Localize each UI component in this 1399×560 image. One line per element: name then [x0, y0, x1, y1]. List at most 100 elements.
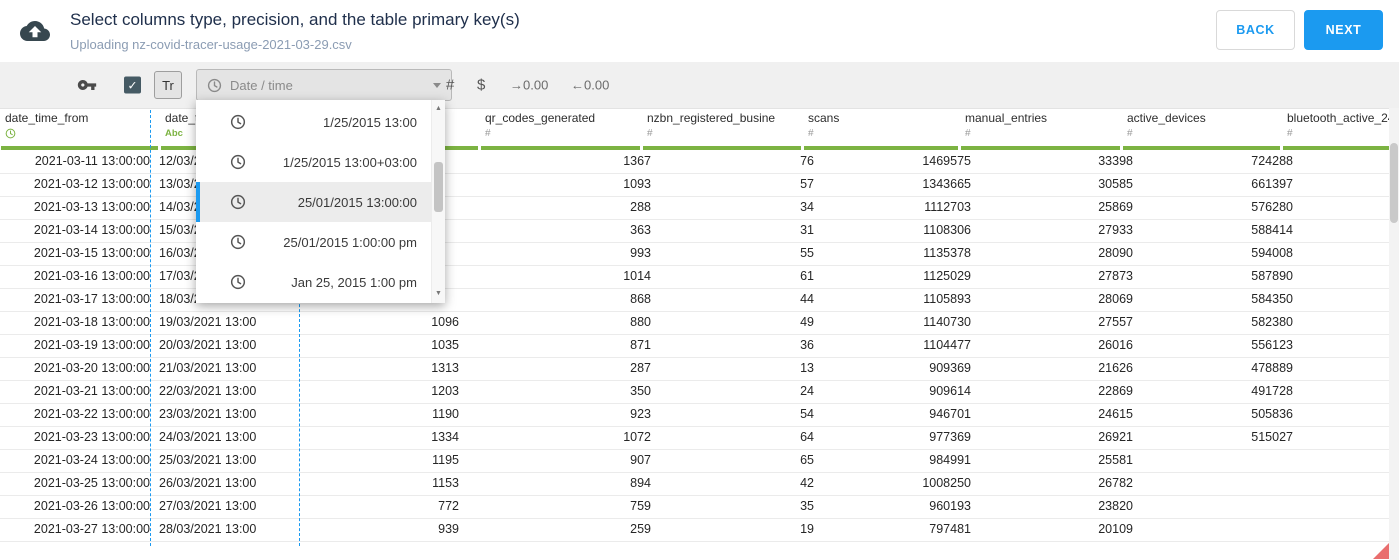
- table-cell: 1008250: [922, 476, 971, 490]
- type-select[interactable]: Date / time: [196, 69, 452, 101]
- table-cell: 1224961: [1303, 335, 1399, 357]
- next-button[interactable]: NEXT: [1304, 10, 1383, 50]
- back-button[interactable]: BACK: [1216, 10, 1295, 50]
- table-cell: 1213891: [1303, 381, 1399, 403]
- table-cell: 1231104: [1303, 519, 1399, 541]
- table-cell: 1171854: [1303, 450, 1399, 472]
- table-cell: 23/03/2021 13:00: [159, 407, 257, 421]
- table-cell: 1210573: [1303, 496, 1399, 518]
- table-cell: 1140730: [923, 315, 971, 329]
- table-cell: 894: [630, 476, 651, 490]
- column-quality-bar: [961, 146, 1120, 150]
- date-format-option[interactable]: 25/01/2015 13:00:00: [196, 182, 432, 222]
- table-cell: 19/03/2021 13:00: [159, 315, 257, 329]
- date-format-dropdown-panel: 1/25/2015 13:00 1/25/2015 13:00+03:00 25/0…: [196, 100, 445, 303]
- table-cell: [1143, 473, 1303, 495]
- table-cell: 57: [800, 177, 814, 191]
- number-type-button[interactable]: #: [446, 77, 454, 94]
- column-header-nzbn_registered_busine[interactable]: nzbn_registered_busine #: [642, 108, 803, 151]
- table-cell: 2021-03-16 13:00:00: [33, 269, 150, 283]
- table-cell: 2021-03-11 13:00:00: [34, 154, 150, 168]
- date-format-option[interactable]: 1/25/2015 13:00+03:00: [196, 142, 432, 182]
- table-cell: 582380: [1251, 315, 1293, 329]
- table-cell: 960193: [929, 499, 971, 513]
- decrease-precision-button[interactable]: ←0.00: [571, 78, 609, 93]
- table-cell: 868: [630, 292, 651, 306]
- table-cell: 24: [800, 384, 814, 398]
- column-header-qr_codes_generated[interactable]: qr_codes_generated #: [480, 108, 642, 151]
- table-cell: 24615: [1098, 407, 1133, 421]
- clock-icon: [230, 274, 246, 290]
- table-cell: 27933: [1098, 223, 1133, 237]
- table-cell: 49: [800, 315, 814, 329]
- number-type-indicator: #: [647, 128, 653, 139]
- column-name: nzbn_registered_busine: [647, 111, 776, 125]
- table-cell: 1112703: [924, 200, 971, 214]
- table-cell: 584350: [1251, 292, 1293, 306]
- table-cell: 1190: [432, 407, 459, 421]
- clock-icon: [207, 78, 222, 93]
- column-header-active_devices[interactable]: active_devices #: [1122, 108, 1282, 151]
- text-type-button[interactable]: Tr: [154, 71, 182, 99]
- table-cell: 26016: [1098, 338, 1133, 352]
- date-format-option[interactable]: 1/25/2015 13:00: [196, 102, 432, 142]
- column-header-manual_entries[interactable]: manual_entries #: [960, 108, 1122, 151]
- column-checkbox[interactable]: ✓: [124, 76, 141, 94]
- table-cell: 2021-03-25 13:00:00: [33, 476, 150, 490]
- table-row: 2021-03-27 13:00:00 28/03/2021 13:00 939 25…: [0, 519, 1399, 542]
- checkmark-icon: ✓: [127, 78, 138, 92]
- primary-key-icon[interactable]: [76, 75, 98, 95]
- table-cell: 25/03/2021 13:00: [159, 453, 257, 467]
- table-cell: 661397: [1251, 177, 1293, 191]
- table-cell: 2021-03-20 13:00:00: [33, 361, 150, 375]
- table-cell: 26/03/2021 13:00: [159, 476, 257, 490]
- table-cell: 993: [630, 246, 651, 260]
- dropdown-scrollbar[interactable]: ▲ ▼: [431, 100, 445, 303]
- column-quality-bar: [804, 146, 958, 150]
- table-cell: 515027: [1251, 430, 1293, 444]
- table-cell: 1242956: [1303, 220, 1399, 242]
- table-cell: 1233952: [1303, 289, 1399, 311]
- table-cell: 1238464: [1303, 197, 1399, 219]
- table-cell: 909369: [929, 361, 971, 375]
- table-row: 2021-03-20 13:00:00 21/03/2021 13:00 1313 2…: [0, 358, 1399, 381]
- increase-precision-button[interactable]: →0.00: [510, 78, 548, 93]
- table-cell: 55: [800, 246, 814, 260]
- clock-icon: [207, 78, 222, 92]
- scroll-corner-marker: [1373, 543, 1389, 559]
- table-cell: 871: [630, 338, 651, 352]
- date-format-label: Jan 25, 2015 1:00 pm: [291, 274, 417, 290]
- vertical-scrollbar-thumb[interactable]: [1390, 143, 1398, 223]
- dropdown-scrollbar-thumb[interactable]: [434, 162, 443, 212]
- column-name: date_time_from: [5, 111, 89, 125]
- table-cell: 2021-03-23 13:00:00: [33, 430, 150, 444]
- column-header-date_time_from[interactable]: date_time_from: [0, 108, 160, 151]
- table-cell: 33398: [1098, 154, 1133, 168]
- table-cell: 724288: [1251, 154, 1293, 168]
- table-cell: 42: [800, 476, 814, 490]
- table-cell: 1367: [623, 154, 651, 168]
- table-cell: 1135378: [923, 246, 971, 260]
- table-cell: 1290529: [1303, 427, 1399, 449]
- table-cell: 76: [800, 154, 814, 168]
- table-cell: 1240704: [1303, 243, 1399, 265]
- table-cell: 24/03/2021 13:00: [159, 430, 257, 444]
- table-cell: 288: [630, 200, 651, 214]
- table-cell: 2021-03-22 13:00:00: [33, 407, 150, 421]
- column-header-scans[interactable]: scans #: [803, 108, 960, 151]
- table-cell: 923: [630, 407, 651, 421]
- currency-type-button[interactable]: $: [477, 77, 485, 94]
- number-type-indicator: #: [1127, 128, 1133, 139]
- table-cell: 2021-03-15 13:00:00: [33, 246, 150, 260]
- scroll-down-arrow-icon[interactable]: ▼: [432, 288, 445, 300]
- date-format-label: 25/01/2015 1:00:00 pm: [283, 234, 417, 250]
- column-header-bluetooth_active_24_hr_[interactable]: bluetooth_active_24_hr_ #: [1282, 108, 1399, 151]
- table-cell: 22/03/2021 13:00: [159, 384, 257, 398]
- date-format-option[interactable]: Jan 25, 2015 1:00 pm: [196, 262, 432, 302]
- table-cell: 287: [630, 361, 651, 375]
- table-row: 2021-03-21 13:00:00 22/03/2021 13:00 1203 3…: [0, 381, 1399, 404]
- table-cell: 907: [630, 453, 651, 467]
- date-format-option[interactable]: 25/01/2015 1:00:00 pm: [196, 222, 432, 262]
- scroll-up-arrow-icon[interactable]: ▲: [432, 103, 445, 115]
- vertical-scrollbar[interactable]: [1389, 108, 1399, 560]
